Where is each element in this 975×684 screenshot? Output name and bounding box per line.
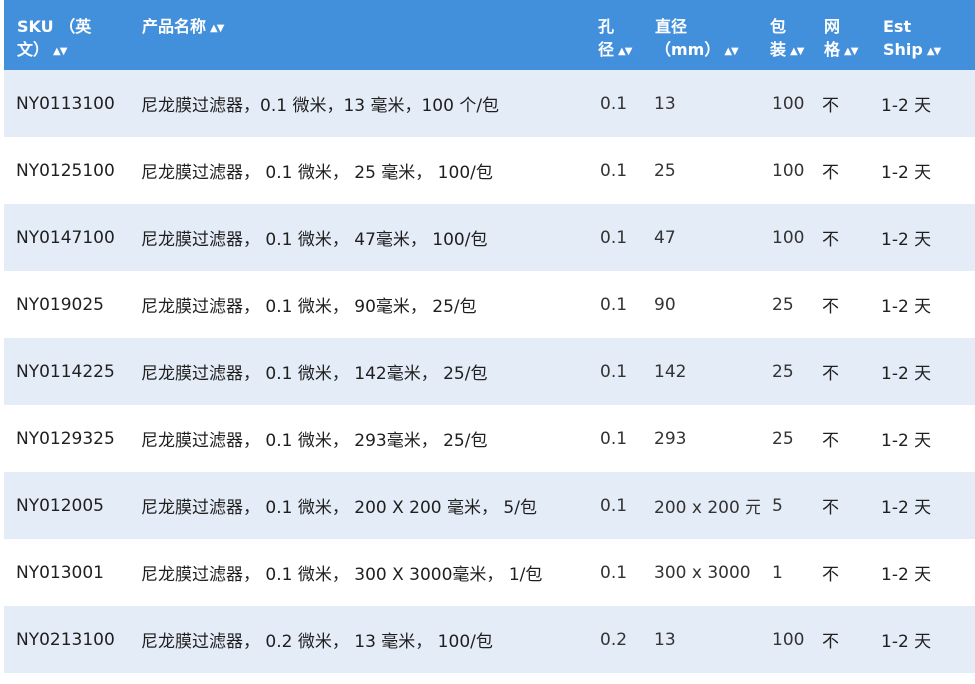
cell-sku: NY019025 <box>4 271 129 338</box>
table-row[interactable]: NY019025 尼龙膜过滤器， 0.1 微米， 90毫米， 25/包 0.1 90 2… <box>4 271 975 338</box>
sort-icon[interactable]: ▲▼ <box>210 23 224 34</box>
cell-diameter: 200 x 200 元 <box>642 472 760 539</box>
cell-grid: 不 <box>814 70 873 137</box>
table-row[interactable]: NY0125100 尼龙膜过滤器， 0.1 微米， 25 毫米， 100/包 0.1… <box>4 137 975 204</box>
cell-est-ship: 1-2 天 <box>873 472 959 539</box>
cell-product-name: 尼龙膜过滤器，0.1 微米，13 毫米，100 个/包 <box>129 70 588 137</box>
cell-product-name: 尼龙膜过滤器， 0.1 微米， 300 X 3000毫米， 1/包 <box>129 539 588 606</box>
cell-diameter: 300 x 3000 <box>642 539 760 606</box>
product-table-container: SKU （英 文） ▲▼ 产品名称 ▲▼ 孔 径 ▲▼ 直径 （mm） ▲▼ 包 装 ▲▼… <box>4 0 975 684</box>
cell-pore-size: 0.1 <box>588 539 642 606</box>
cell-est-ship: 1-2 天 <box>873 137 959 204</box>
table-row[interactable]: NY012005 尼龙膜过滤器， 0.1 微米， 200 X 200 毫米， 5/… <box>4 472 975 539</box>
cell-pore-size: 0.2 <box>588 606 642 673</box>
cell-product-name: 尼龙膜过滤器， 0.1 微米， 200 X 200 毫米， 5/包 <box>129 472 588 539</box>
cell-pore-size: 0.1 <box>588 271 642 338</box>
cell-clipped <box>959 539 975 606</box>
sort-icon[interactable]: ▲▼ <box>53 46 67 57</box>
column-header-product-name[interactable]: 产品名称 ▲▼ <box>129 0 588 70</box>
cell-package: 25 <box>760 405 814 472</box>
column-header-grid[interactable]: 网 格 ▲▼ <box>814 0 873 70</box>
table-row[interactable]: NY0213100 尼龙膜过滤器， 0.2 微米， 13 毫米， 100/包 0.2… <box>4 606 975 673</box>
column-header-overflow <box>959 0 975 70</box>
column-header-pore-size[interactable]: 孔 径 ▲▼ <box>588 0 642 70</box>
cell-sku: NY0213100 <box>4 606 129 673</box>
cell-clipped <box>959 137 975 204</box>
cell-sku: NY013001 <box>4 539 129 606</box>
header-row: SKU （英 文） ▲▼ 产品名称 ▲▼ 孔 径 ▲▼ 直径 （mm） ▲▼ 包 装 ▲▼… <box>4 0 975 70</box>
table-row[interactable]: NY0114225 尼龙膜过滤器， 0.1 微米， 142毫米， 25/包 0.1 1… <box>4 338 975 405</box>
cell-product-name: 尼龙膜过滤器， 0.1 微米， 293毫米， 25/包 <box>129 405 588 472</box>
sort-icon[interactable]: ▲▼ <box>844 46 858 57</box>
cell-clipped <box>959 70 975 137</box>
cell-diameter: 293 <box>642 405 760 472</box>
cell-est-ship: 1-2 天 <box>873 204 959 271</box>
cell-sku: NY0113100 <box>4 70 129 137</box>
cell-product-name: 尼龙膜过滤器， 0.2 微米， 13 毫米， 100/包 <box>129 606 588 673</box>
sort-icon[interactable]: ▲▼ <box>618 46 632 57</box>
table-row[interactable]: NY0147100 尼龙膜过滤器， 0.1 微米， 47毫米， 100/包 0.1 4… <box>4 204 975 271</box>
cell-sku: NY0129325 <box>4 405 129 472</box>
cell-est-ship: 1-2 天 <box>873 606 959 673</box>
cell-grid: 不 <box>814 539 873 606</box>
product-table: SKU （英 文） ▲▼ 产品名称 ▲▼ 孔 径 ▲▼ 直径 （mm） ▲▼ 包 装 ▲▼… <box>4 0 975 673</box>
cell-pore-size: 0.1 <box>588 137 642 204</box>
cell-grid: 不 <box>814 405 873 472</box>
cell-clipped <box>959 472 975 539</box>
cell-clipped <box>959 204 975 271</box>
column-header-package[interactable]: 包 装 ▲▼ <box>760 0 814 70</box>
cell-diameter: 47 <box>642 204 760 271</box>
sort-icon[interactable]: ▲▼ <box>724 46 738 57</box>
cell-product-name: 尼龙膜过滤器， 0.1 微米， 47毫米， 100/包 <box>129 204 588 271</box>
cell-product-name: 尼龙膜过滤器， 0.1 微米， 25 毫米， 100/包 <box>129 137 588 204</box>
cell-sku: NY0147100 <box>4 204 129 271</box>
cell-clipped <box>959 271 975 338</box>
cell-grid: 不 <box>814 606 873 673</box>
cell-clipped <box>959 405 975 472</box>
cell-grid: 不 <box>814 271 873 338</box>
cell-diameter: 13 <box>642 70 760 137</box>
table-row[interactable]: NY013001 尼龙膜过滤器， 0.1 微米， 300 X 3000毫米， 1/… <box>4 539 975 606</box>
cell-sku: NY012005 <box>4 472 129 539</box>
cell-pore-size: 0.1 <box>588 405 642 472</box>
cell-product-name: 尼龙膜过滤器， 0.1 微米， 142毫米， 25/包 <box>129 338 588 405</box>
cell-pore-size: 0.1 <box>588 70 642 137</box>
cell-package: 100 <box>760 70 814 137</box>
cell-pore-size: 0.1 <box>588 472 642 539</box>
sort-icon[interactable]: ▲▼ <box>790 46 804 57</box>
cell-clipped <box>959 606 975 673</box>
cell-est-ship: 1-2 天 <box>873 70 959 137</box>
cell-diameter: 90 <box>642 271 760 338</box>
cell-est-ship: 1-2 天 <box>873 271 959 338</box>
table-row[interactable]: NY0129325 尼龙膜过滤器， 0.1 微米， 293毫米， 25/包 0.1 2… <box>4 405 975 472</box>
cell-pore-size: 0.1 <box>588 204 642 271</box>
cell-package: 100 <box>760 204 814 271</box>
cell-diameter: 142 <box>642 338 760 405</box>
cell-est-ship: 1-2 天 <box>873 539 959 606</box>
cell-clipped <box>959 338 975 405</box>
cell-package: 1 <box>760 539 814 606</box>
cell-package: 5 <box>760 472 814 539</box>
cell-package: 25 <box>760 271 814 338</box>
cell-package: 25 <box>760 338 814 405</box>
column-header-est-ship[interactable]: Est Ship ▲▼ <box>873 0 959 70</box>
cell-grid: 不 <box>814 204 873 271</box>
sort-icon[interactable]: ▲▼ <box>927 46 941 57</box>
cell-diameter: 25 <box>642 137 760 204</box>
cell-pore-size: 0.1 <box>588 338 642 405</box>
column-header-sku[interactable]: SKU （英 文） ▲▼ <box>4 0 129 70</box>
cell-package: 100 <box>760 137 814 204</box>
cell-sku: NY0125100 <box>4 137 129 204</box>
cell-product-name: 尼龙膜过滤器， 0.1 微米， 90毫米， 25/包 <box>129 271 588 338</box>
column-header-diameter[interactable]: 直径 （mm） ▲▼ <box>642 0 760 70</box>
cell-sku: NY0114225 <box>4 338 129 405</box>
cell-diameter: 13 <box>642 606 760 673</box>
cell-est-ship: 1-2 天 <box>873 338 959 405</box>
cell-grid: 不 <box>814 472 873 539</box>
cell-grid: 不 <box>814 137 873 204</box>
cell-grid: 不 <box>814 338 873 405</box>
table-row[interactable]: NY0113100 尼龙膜过滤器，0.1 微米，13 毫米，100 个/包 0.1 1… <box>4 70 975 137</box>
cell-package: 100 <box>760 606 814 673</box>
cell-est-ship: 1-2 天 <box>873 405 959 472</box>
